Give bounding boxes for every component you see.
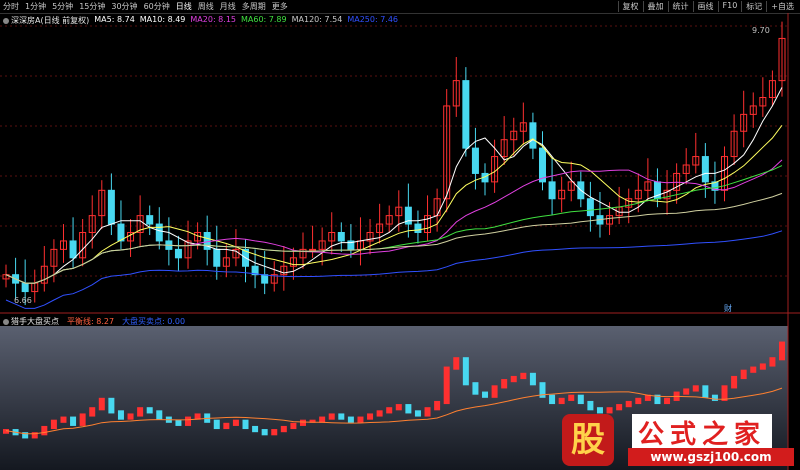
candle-body bbox=[414, 223, 422, 233]
sub-bar bbox=[175, 419, 182, 426]
candle-body bbox=[309, 248, 317, 251]
candle-body bbox=[174, 248, 182, 259]
sub-bar bbox=[683, 388, 690, 395]
sub-bar bbox=[568, 394, 575, 401]
candle-body bbox=[538, 147, 546, 183]
sub-bar bbox=[242, 419, 249, 430]
sub-bar bbox=[577, 394, 584, 405]
sub-bar bbox=[299, 419, 306, 426]
watermark-logo: 股 公式之家 www.gszj100.com bbox=[556, 410, 800, 470]
sub-bar bbox=[510, 375, 517, 383]
ma20-line bbox=[5, 159, 783, 284]
sub-legend: 猎手大盘买点 平衡线: 8.27 大盘买卖点: 0.00 bbox=[3, 316, 185, 327]
sub-bar bbox=[367, 413, 374, 420]
sub-bar bbox=[731, 375, 738, 389]
sub-bar bbox=[558, 397, 565, 405]
candle-body bbox=[529, 122, 537, 149]
candle-body bbox=[586, 198, 594, 217]
sub-bar bbox=[482, 391, 489, 398]
sub-bar bbox=[70, 416, 77, 426]
sub-bar bbox=[98, 397, 105, 411]
finance-marker[interactable]: 财 bbox=[724, 303, 732, 314]
kline-chart[interactable] bbox=[0, 0, 800, 470]
sub-bar bbox=[750, 366, 757, 373]
sub-bar bbox=[491, 385, 498, 398]
sub-bar bbox=[146, 407, 153, 414]
sub-bar bbox=[137, 407, 144, 417]
high-price-label: 9.70 bbox=[752, 26, 770, 35]
sub-bar bbox=[692, 385, 699, 392]
candle-body bbox=[107, 189, 115, 225]
sub-bar bbox=[376, 410, 383, 417]
sub-bar bbox=[549, 394, 556, 405]
candle-body bbox=[117, 223, 125, 242]
candle-body bbox=[69, 240, 77, 259]
sub-bar bbox=[79, 413, 86, 426]
ma250-line bbox=[5, 230, 783, 309]
sub-bar bbox=[405, 404, 412, 414]
candle-body bbox=[337, 232, 345, 242]
sub-bar bbox=[127, 413, 134, 420]
balance-line-label: 平衡线: 8.27 bbox=[67, 317, 115, 326]
sub-bar bbox=[711, 394, 718, 401]
candle-body bbox=[146, 215, 154, 225]
sub-bar bbox=[280, 425, 287, 433]
sub-bar bbox=[443, 366, 450, 405]
sub-bar bbox=[108, 397, 115, 414]
sub-bar bbox=[117, 410, 124, 420]
sub-bar bbox=[347, 416, 354, 423]
sub-bar bbox=[759, 363, 766, 370]
sub-bar bbox=[501, 379, 508, 389]
ma10-line bbox=[5, 124, 783, 284]
sub-bar bbox=[328, 413, 335, 420]
sub-bar bbox=[434, 400, 441, 411]
sub-bar bbox=[414, 410, 421, 417]
sub-bar bbox=[185, 416, 192, 426]
sub-bar bbox=[386, 407, 393, 414]
sub-bar bbox=[769, 357, 776, 367]
sub-bar bbox=[462, 357, 469, 386]
sub-bar bbox=[213, 419, 220, 430]
sub-bar bbox=[223, 422, 230, 430]
sub-bar bbox=[635, 397, 642, 405]
sub-bar bbox=[156, 410, 163, 420]
sub-bar bbox=[338, 413, 345, 420]
candle-body bbox=[155, 223, 163, 242]
sub-bar bbox=[271, 429, 278, 436]
candle-body bbox=[701, 156, 709, 183]
sub-bar bbox=[702, 385, 709, 398]
candle-body bbox=[548, 181, 556, 200]
sub-bar bbox=[779, 341, 785, 361]
sub-bar bbox=[89, 407, 96, 417]
sub-bar bbox=[664, 397, 671, 405]
sub-bar bbox=[625, 400, 632, 408]
candle-body bbox=[213, 248, 221, 267]
ma5-line bbox=[5, 87, 783, 284]
sub-bar bbox=[50, 419, 57, 430]
sub-bar bbox=[529, 372, 536, 386]
sub-bar bbox=[232, 419, 239, 426]
buy-point-label: 大盘买卖点: 0.00 bbox=[122, 317, 186, 326]
sub-bar bbox=[261, 429, 268, 436]
candle-body bbox=[462, 80, 470, 149]
sub-bar bbox=[520, 372, 527, 380]
sub-bar bbox=[740, 369, 747, 380]
candle-body bbox=[471, 147, 479, 174]
sub-bar bbox=[41, 425, 48, 436]
sub-bar bbox=[290, 422, 297, 430]
indicator-name: 猎手大盘买点 bbox=[11, 317, 59, 326]
sub-bar bbox=[357, 416, 364, 423]
candle-body bbox=[261, 274, 269, 284]
sub-bar bbox=[453, 357, 460, 370]
low-price-label: 6.66 bbox=[14, 296, 32, 305]
sub-bar bbox=[395, 404, 402, 411]
sub-bar bbox=[424, 407, 431, 417]
candle-body bbox=[21, 282, 29, 293]
sub-bar bbox=[587, 400, 594, 411]
sub-bar bbox=[472, 382, 479, 395]
sub-bar bbox=[60, 416, 67, 423]
settings-dot-icon[interactable] bbox=[3, 318, 9, 325]
sub-bar bbox=[252, 425, 259, 433]
